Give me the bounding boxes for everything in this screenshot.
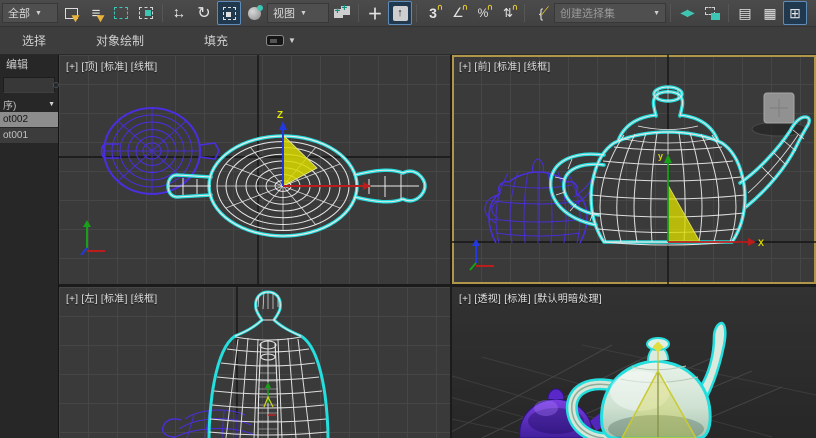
selection-filter-value: 全部 xyxy=(8,5,30,21)
gizmo-y-label: y xyxy=(658,151,663,161)
manipulate-icon: ＋ xyxy=(367,3,382,24)
scale-icon xyxy=(223,7,236,20)
angle-snap-button[interactable]: ∠ ∪ xyxy=(446,1,470,25)
viewport-front-label[interactable]: [+] [前] [标准] [线框] xyxy=(459,58,551,73)
toolbar-separator xyxy=(416,4,417,22)
cursor-icon xyxy=(71,12,81,22)
rectangular-selection-region-button[interactable] xyxy=(109,1,133,25)
use-pivot-point-center-button[interactable] xyxy=(330,1,354,25)
reference-coordinate-dropdown[interactable]: 视图 ▼ xyxy=(267,3,329,23)
magnet-icon: ∪ xyxy=(437,3,443,12)
window-crossing-button[interactable] xyxy=(134,1,158,25)
transform-gizmo[interactable]: y X xyxy=(658,151,764,248)
magnet-icon: ∪ xyxy=(487,3,493,12)
edit-named-selection-sets-button[interactable]: {╱ xyxy=(529,1,553,25)
axis-tripod xyxy=(470,239,494,270)
mirror-icon: ◀▶ xyxy=(680,8,693,19)
viewport-left-canvas[interactable] xyxy=(59,287,450,438)
pivot-center-icon xyxy=(334,6,351,20)
viewport-front[interactable]: [+] [前] [标准] [线框] xyxy=(452,55,816,284)
viewport-top-label[interactable]: [+] [顶] [标准] [线框] xyxy=(66,58,158,73)
snap-3d-icon: 3 xyxy=(429,5,437,21)
select-by-name-button[interactable]: ≡ xyxy=(84,1,108,25)
explorer-search-input[interactable] xyxy=(3,77,55,93)
sort-header-label: 序) xyxy=(3,97,16,112)
explorer-menu-edit[interactable]: 编辑 xyxy=(0,55,58,75)
select-and-manipulate-button[interactable]: ＋ xyxy=(363,1,387,25)
align-button[interactable] xyxy=(700,1,724,25)
viewport-front-canvas[interactable]: y X xyxy=(452,55,816,284)
selection-set-placeholder: 创建选择集 xyxy=(560,5,648,21)
selection-region-icon xyxy=(114,7,128,19)
layer-manager-button[interactable]: ▤ xyxy=(733,1,757,25)
toolbar-separator xyxy=(670,4,671,22)
place-icon xyxy=(248,7,261,20)
selection-filter-dropdown[interactable]: 全部 ▼ xyxy=(2,3,58,23)
teapot002-wireframe-left[interactable] xyxy=(209,292,327,438)
chevron-down-icon: ▼ xyxy=(300,10,307,17)
viewport-perspective-canvas[interactable] xyxy=(452,287,816,438)
explorer-sort-header[interactable]: 序) ▼ xyxy=(0,97,58,112)
rotate-icon: ↻ xyxy=(197,3,210,23)
ribbon-toggle-icon: ⊞ xyxy=(789,5,801,22)
viewport-top[interactable]: [+] [顶] [标准] [线框] xyxy=(59,55,450,284)
viewport-perspective[interactable]: [+] [透视] [标准] [默认明暗处理] xyxy=(452,287,816,438)
select-and-move-button[interactable]: ↔↔ xyxy=(167,1,191,25)
select-object-button[interactable] xyxy=(59,1,83,25)
coordinate-system-value: 视图 xyxy=(273,5,295,21)
named-sets-icon: {╱ xyxy=(539,6,543,21)
move-icon: ↔↔ xyxy=(171,6,187,20)
tab-object-paint[interactable]: 对象绘制 xyxy=(86,32,154,49)
window-crossing-icon xyxy=(139,7,153,19)
list-item-teapot001[interactable]: ot001 xyxy=(0,128,58,143)
percent-snap-button[interactable]: % ∪ xyxy=(471,1,495,25)
main-toolbar: 全部 ▼ ≡ ↔↔ ↻ 视图 ▼ ＋ ↑ 3 ∪ xyxy=(0,0,816,27)
scene-explorer-panel: 编辑 序) ▼ ot002 ot001 xyxy=(0,55,59,438)
axis-tripod xyxy=(81,220,105,255)
select-and-place-button[interactable] xyxy=(242,1,266,25)
magnet-icon: ∪ xyxy=(462,3,468,12)
chevron-down-icon: ▼ xyxy=(653,10,660,17)
toolbar-separator xyxy=(162,4,163,22)
toolbar-separator xyxy=(728,4,729,22)
viewport-left-label[interactable]: [+] [左] [标准] [线框] xyxy=(66,290,158,305)
select-and-rotate-button[interactable]: ↻ xyxy=(192,1,216,25)
keyboard-override-icon: ↑ xyxy=(393,6,408,21)
toolbar-separator xyxy=(524,4,525,22)
gizmo-x-label: X xyxy=(758,238,764,248)
scene-explorer-toggle-button[interactable]: ▦ xyxy=(758,1,782,25)
toolbar-separator xyxy=(358,4,359,22)
layer-manager-icon: ▤ xyxy=(738,5,751,22)
chevron-down-icon: ▼ xyxy=(48,101,55,108)
chevron-down-icon: ▼ xyxy=(35,10,42,17)
ribbon-state-icon xyxy=(266,35,284,46)
transform-gizmo[interactable] xyxy=(264,382,276,415)
world-axes xyxy=(452,55,816,284)
select-and-scale-button[interactable] xyxy=(217,1,241,25)
teapot001-wireframe-top[interactable] xyxy=(102,108,220,194)
list-item-teapot002[interactable]: ot002 xyxy=(0,112,58,127)
align-icon xyxy=(705,7,720,20)
tab-selection[interactable]: 选择 xyxy=(12,32,56,49)
teapot001-wireframe-front[interactable] xyxy=(485,159,594,243)
viewport-top-canvas[interactable]: Z xyxy=(59,55,450,284)
magnet-icon: ∪ xyxy=(512,3,518,12)
snap-toggle-3d-button[interactable]: 3 ∪ xyxy=(421,1,445,25)
viewcube[interactable] xyxy=(752,93,806,136)
keyboard-shortcut-override-button[interactable]: ↑ xyxy=(388,1,412,25)
chevron-down-icon: ▼ xyxy=(288,36,296,45)
named-selection-set-dropdown[interactable]: 创建选择集 ▼ xyxy=(554,3,666,23)
scene-explorer-icon: ▦ xyxy=(763,5,776,22)
ribbon-tab-bar: 选择 对象绘制 填充 ▼ xyxy=(0,27,816,55)
gizmo-z-label: Z xyxy=(277,110,283,121)
tab-populate[interactable]: 填充 xyxy=(194,32,238,49)
ribbon-toggle-button[interactable]: ⊞ xyxy=(783,1,807,25)
viewport-perspective-label[interactable]: [+] [透视] [标准] [默认明暗处理] xyxy=(459,290,602,305)
mirror-button[interactable]: ◀▶ xyxy=(675,1,699,25)
ribbon-display-options[interactable]: ▼ xyxy=(266,35,296,46)
viewport-left[interactable]: [+] [左] [标准] [线框] xyxy=(59,287,450,438)
spinner-snap-button[interactable]: ⇅ ∪ xyxy=(496,1,520,25)
viewport-grid: [+] [顶] [标准] [线框] xyxy=(59,55,816,438)
